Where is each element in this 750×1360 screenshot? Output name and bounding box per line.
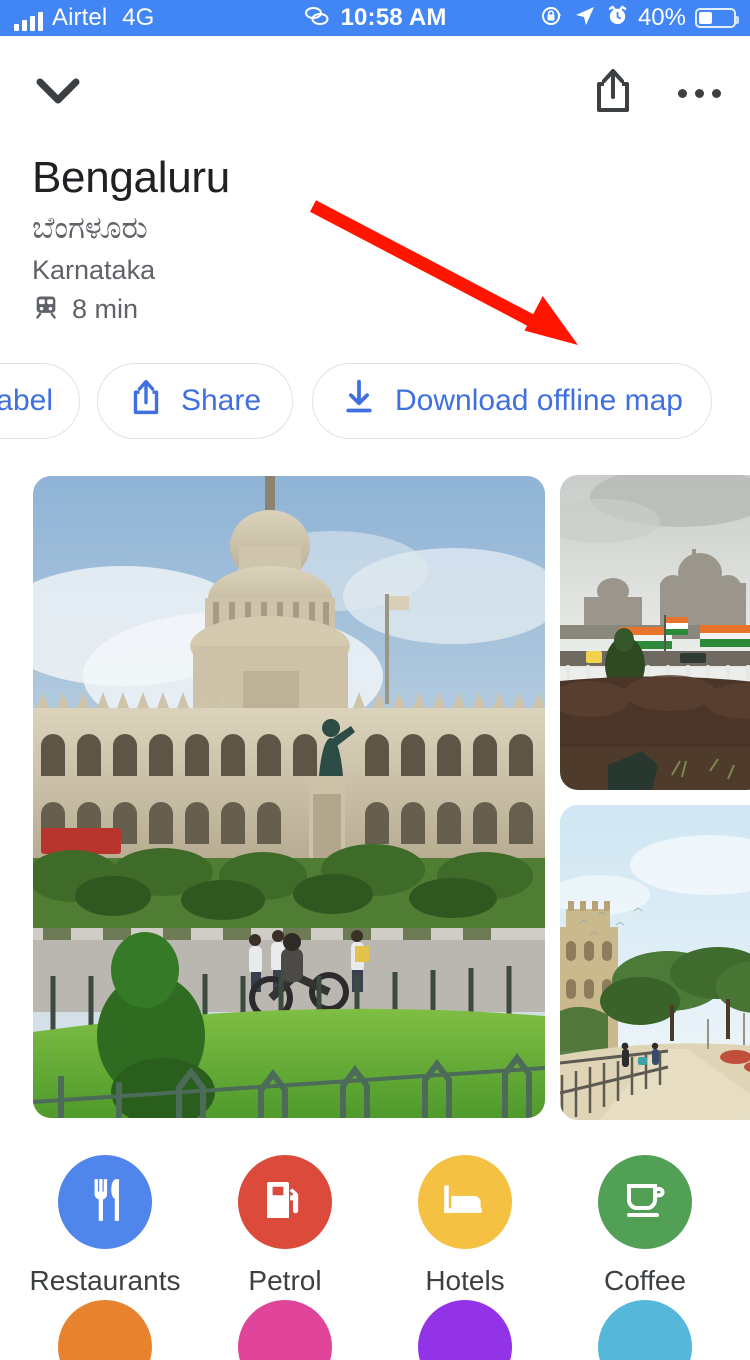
download-offline-map-label: Download offline map <box>395 384 683 417</box>
share-icon <box>592 67 634 120</box>
photo-gallery <box>0 470 750 1130</box>
place-header: Bengaluru ಬೆಂಗಳೂರು Karnataka 8 min <box>32 152 230 326</box>
photo-main[interactable] <box>33 476 545 1118</box>
category-shortcuts: Restaurants Petrol Hotels Coffee <box>0 1155 750 1360</box>
page-title: Bengaluru <box>32 153 230 202</box>
photo-thumb-2[interactable] <box>560 805 750 1120</box>
hotels-circle <box>418 1155 512 1249</box>
more-options-icon <box>677 88 721 98</box>
transit-time: 8 min <box>72 294 139 324</box>
alarm-clock-icon <box>606 4 629 32</box>
restaurant-icon <box>80 1175 130 1230</box>
share-icon <box>129 377 163 425</box>
location-arrow-icon <box>573 4 597 33</box>
place-region: Karnataka <box>32 255 156 285</box>
category-circle-row2-3[interactable] <box>418 1300 512 1360</box>
category-coffee[interactable]: Coffee <box>555 1155 735 1297</box>
chevron-down-icon <box>32 72 84 113</box>
category-hotels[interactable]: Hotels <box>375 1155 555 1297</box>
train-icon <box>32 293 60 326</box>
category-label: Restaurants <box>29 1265 181 1296</box>
more-options-button[interactable] <box>670 64 728 122</box>
coffee-cup-icon <box>621 1176 669 1229</box>
share-pill-label: Share <box>180 384 262 417</box>
restaurants-circle <box>58 1155 152 1249</box>
category-label: Hotels <box>425 1265 505 1296</box>
clock: 10:58 AM <box>340 4 447 31</box>
photo-thumb-1[interactable] <box>560 475 750 790</box>
link-icon <box>303 5 331 32</box>
category-circle-row2-2[interactable] <box>238 1300 332 1360</box>
place-native-name: ಬೆಂಗಳೂರು <box>32 210 148 245</box>
download-offline-map-button[interactable]: Download offline map <box>312 363 712 439</box>
share-button[interactable] <box>584 64 642 122</box>
download-icon <box>341 378 377 424</box>
category-row-2 <box>0 1300 750 1360</box>
status-bar: Airtel 4G 10:58 AM 40% <box>0 0 750 36</box>
status-bar-right: 40% <box>540 4 739 33</box>
category-circle-row2-1[interactable] <box>58 1300 152 1360</box>
transit-info: 8 min <box>32 292 230 326</box>
coffee-circle <box>598 1155 692 1249</box>
petrol-circle <box>238 1155 332 1249</box>
battery-icon <box>695 8 739 28</box>
category-restaurants[interactable]: Restaurants <box>15 1155 195 1297</box>
share-pill-button[interactable]: Share <box>97 363 293 439</box>
label-button[interactable]: abel <box>0 363 80 439</box>
battery-percent: 40% <box>637 4 686 31</box>
action-pill-row: abel Share Download offline map <box>0 363 750 439</box>
category-circle-row2-4[interactable] <box>598 1300 692 1360</box>
top-bar <box>0 36 750 144</box>
category-row-1: Restaurants Petrol Hotels Coffee <box>0 1155 750 1300</box>
label-button-text: abel <box>0 384 53 417</box>
collapse-sheet-button[interactable] <box>32 66 84 118</box>
fuel-pump-icon <box>261 1176 309 1229</box>
category-petrol[interactable]: Petrol <box>195 1155 375 1297</box>
rotation-lock-icon <box>540 4 564 33</box>
top-bar-actions <box>584 64 728 122</box>
category-label: Coffee <box>604 1265 686 1296</box>
hotel-bed-icon <box>440 1175 490 1230</box>
category-label: Petrol <box>248 1265 322 1296</box>
